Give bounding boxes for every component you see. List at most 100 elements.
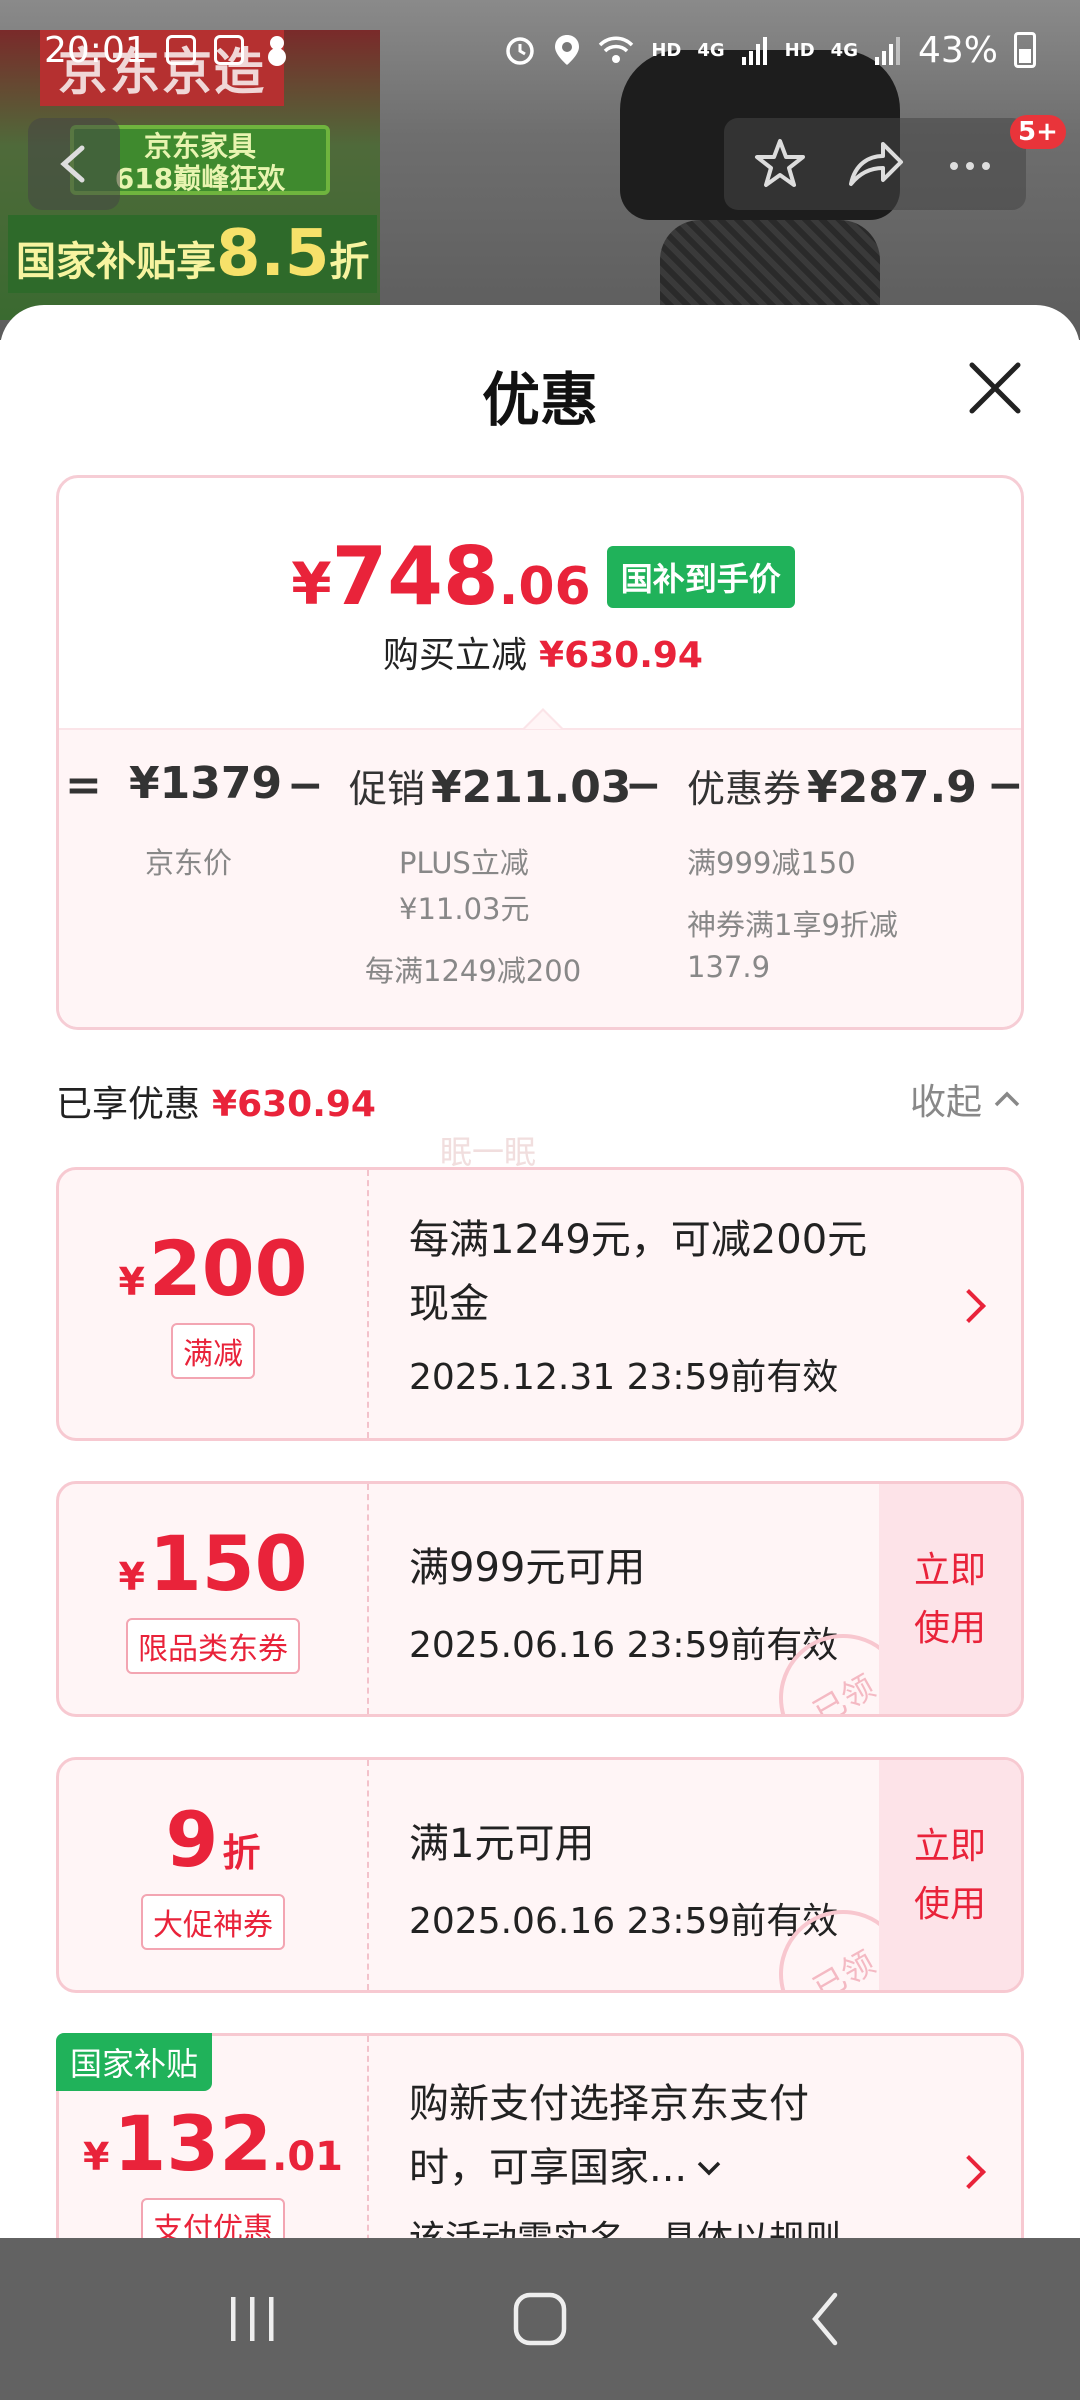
share-icon[interactable] bbox=[845, 136, 905, 192]
camera-icon bbox=[213, 35, 244, 65]
use-now-line1: 立即 bbox=[913, 1826, 986, 1867]
coupon-divider bbox=[367, 2036, 369, 2240]
coupon-card-full-reduction[interactable]: ¥200 满减 每满1249元，可减200元 现金 2025.12.31 23:… bbox=[56, 1167, 1024, 1441]
coupon-left: ¥200 满减 bbox=[59, 1170, 367, 1438]
coupon-sub-1: 满999减150 bbox=[687, 846, 856, 880]
minus-sign-2: − bbox=[625, 760, 662, 811]
coupon-label: 优惠券 bbox=[687, 767, 802, 811]
chevron-right-icon[interactable] bbox=[952, 2155, 986, 2189]
reduce-value: ¥630.94 bbox=[539, 635, 703, 676]
more-icon[interactable] bbox=[942, 136, 998, 192]
coupon-value: 9 bbox=[165, 1795, 219, 1884]
battery-percent: 43% bbox=[917, 29, 998, 71]
gov-subsidy-tag: 国家补贴 bbox=[56, 2033, 213, 2091]
subsidy-suffix: 折 bbox=[329, 239, 370, 285]
system-nav-bar bbox=[0, 2238, 1080, 2400]
notification-icon bbox=[267, 36, 286, 66]
coupon-card-category: ¥150 限品类东券 满999元可用 2025.06.16 23:59前有效 已… bbox=[56, 1481, 1024, 1717]
enjoyed-value: ¥630.94 bbox=[212, 1084, 376, 1125]
coupon-value: 150 bbox=[148, 1519, 308, 1608]
back-nav-icon[interactable] bbox=[797, 2289, 857, 2349]
coupon-desc-line2: 现金 bbox=[409, 1281, 489, 1327]
coupon-left: 9折 大促神券 bbox=[59, 1760, 367, 1990]
arrow-left-icon bbox=[60, 145, 85, 183]
coupon-amount: ¥132.01 bbox=[83, 2104, 343, 2184]
coupon-desc-line1: 购新支付选择京东支付 bbox=[409, 2081, 809, 2127]
coupon-validity: 2025.06.16 23:59前有效 bbox=[409, 1625, 839, 1666]
chevron-right-icon[interactable] bbox=[952, 1289, 986, 1323]
purchase-reduction: 购买立减 ¥630.94 bbox=[59, 626, 1021, 678]
gov-price-tag: 国补到手价 bbox=[606, 546, 795, 608]
status-time: 20:01 bbox=[44, 29, 148, 71]
subsidy-banner: 国家补贴享8.5折 bbox=[8, 215, 378, 293]
coupon-decimal: .01 bbox=[272, 2134, 343, 2180]
promo-value: ¥211.03 bbox=[431, 762, 632, 813]
star-icon[interactable] bbox=[752, 136, 808, 192]
coupon-desc-line2: 时，可享国家... bbox=[409, 2136, 723, 2200]
enjoyed-label: 已享优惠 bbox=[56, 1084, 201, 1125]
price-summary-card: ¥ 748 .06 国补到手价 购买立减 ¥630.94 = ¥1379 京东价 … bbox=[56, 475, 1024, 1030]
collapse-button[interactable]: 收起 bbox=[910, 1073, 1022, 1125]
message-badge: 5+ bbox=[1010, 115, 1066, 149]
price-integer: 748 bbox=[331, 530, 499, 623]
back-button[interactable] bbox=[28, 118, 120, 210]
use-now-line2: 使用 bbox=[913, 1608, 986, 1649]
promo-full-reduction: 每满1249减200 bbox=[365, 954, 582, 988]
jd-price-label: 京东价 bbox=[145, 846, 233, 880]
coupon-sub-2: 神券满1享9折减 bbox=[687, 908, 898, 942]
close-icon[interactable] bbox=[966, 359, 1024, 417]
location-icon bbox=[555, 35, 580, 65]
coupon-desc-line1: 满999元可用 bbox=[409, 1545, 646, 1591]
coupon-sub-3: 137.9 bbox=[687, 950, 771, 984]
coupon-validity: 2025.06.16 23:59前有效 bbox=[409, 1901, 839, 1942]
price-decimal: .06 bbox=[498, 557, 591, 617]
equals-sign: = bbox=[65, 760, 102, 811]
price-currency: ¥ bbox=[291, 550, 332, 618]
coupon-card-discount: 9折 大促神券 满1元可用 2025.06.16 23:59前有效 已领 立即 … bbox=[56, 1757, 1024, 1993]
use-now-line1: 立即 bbox=[913, 1550, 986, 1591]
coupon-type-badge: 大促神券 bbox=[141, 1894, 285, 1950]
coupon-total: 优惠券 ¥287.9 bbox=[687, 758, 977, 813]
coupon-unit: 折 bbox=[222, 1831, 261, 1875]
final-price: ¥ 748 .06 国补到手价 bbox=[59, 530, 1021, 623]
status-net3: HD bbox=[784, 39, 815, 61]
sheet-title: 优惠 bbox=[481, 366, 598, 434]
coupon-type-badge: 支付优惠 bbox=[141, 2198, 285, 2240]
price-breakdown: = ¥1379 京东价 − 促销 ¥211.03 PLUS立减 ¥11.03元 每… bbox=[59, 728, 1021, 1027]
coupon-type-badge: 限品类东券 bbox=[126, 1618, 300, 1674]
recent-apps-icon[interactable] bbox=[223, 2289, 283, 2349]
use-now-line2: 使用 bbox=[913, 1884, 986, 1925]
discount-sheet: 优惠 ¥ 748 .06 国补到手价 购买立减 ¥630.94 = ¥1379 京… bbox=[0, 305, 1080, 2240]
promo-plus-label: PLUS立减 bbox=[399, 846, 529, 880]
coupon-currency: ¥ bbox=[118, 1260, 145, 1304]
home-icon[interactable] bbox=[510, 2289, 570, 2349]
status-net4: 4G bbox=[830, 39, 858, 61]
coupon-left: ¥150 限品类东券 bbox=[59, 1484, 367, 1714]
coupon-divider bbox=[367, 1484, 369, 1714]
minus-sign-1: − bbox=[287, 760, 324, 811]
use-now-button[interactable]: 立即 使用 bbox=[879, 1760, 1021, 1990]
coupon-amount: ¥200 bbox=[118, 1229, 307, 1309]
coupon-value: 200 bbox=[148, 1224, 308, 1313]
top-action-group bbox=[724, 118, 1026, 210]
reduce-label: 购买立减 bbox=[383, 635, 528, 676]
chevron-up-icon bbox=[994, 1091, 1020, 1107]
coupon-desc-line2-text: 时，可享国家... bbox=[409, 2145, 688, 2191]
chevron-down-icon[interactable] bbox=[695, 2158, 723, 2178]
coupon-value: 132 bbox=[113, 2099, 273, 2188]
notch-fill bbox=[525, 711, 561, 729]
coupon-amount: 9折 bbox=[166, 1800, 261, 1880]
subsidy-value: 8.5 bbox=[216, 217, 330, 291]
coupon-amount: ¥150 bbox=[118, 1524, 307, 1604]
jd-price: ¥1379 bbox=[129, 758, 283, 809]
subsidy-prefix: 国家补贴享 bbox=[16, 239, 216, 285]
gallery-icon bbox=[165, 35, 196, 65]
coupon-desc-line1: 满1元可用 bbox=[409, 1821, 595, 1867]
use-now-button[interactable]: 立即 使用 bbox=[879, 1484, 1021, 1714]
alarm-icon bbox=[506, 37, 535, 65]
coupon-divider bbox=[367, 1760, 369, 1990]
promo-plus-value: ¥11.03元 bbox=[399, 892, 530, 926]
coupon-desc-line1: 每满1249元，可减200元 bbox=[409, 1217, 868, 1263]
signal-icon-2 bbox=[874, 37, 900, 65]
coupon-desc-line3: 该活动需实名，具体以规则 bbox=[409, 2219, 842, 2240]
